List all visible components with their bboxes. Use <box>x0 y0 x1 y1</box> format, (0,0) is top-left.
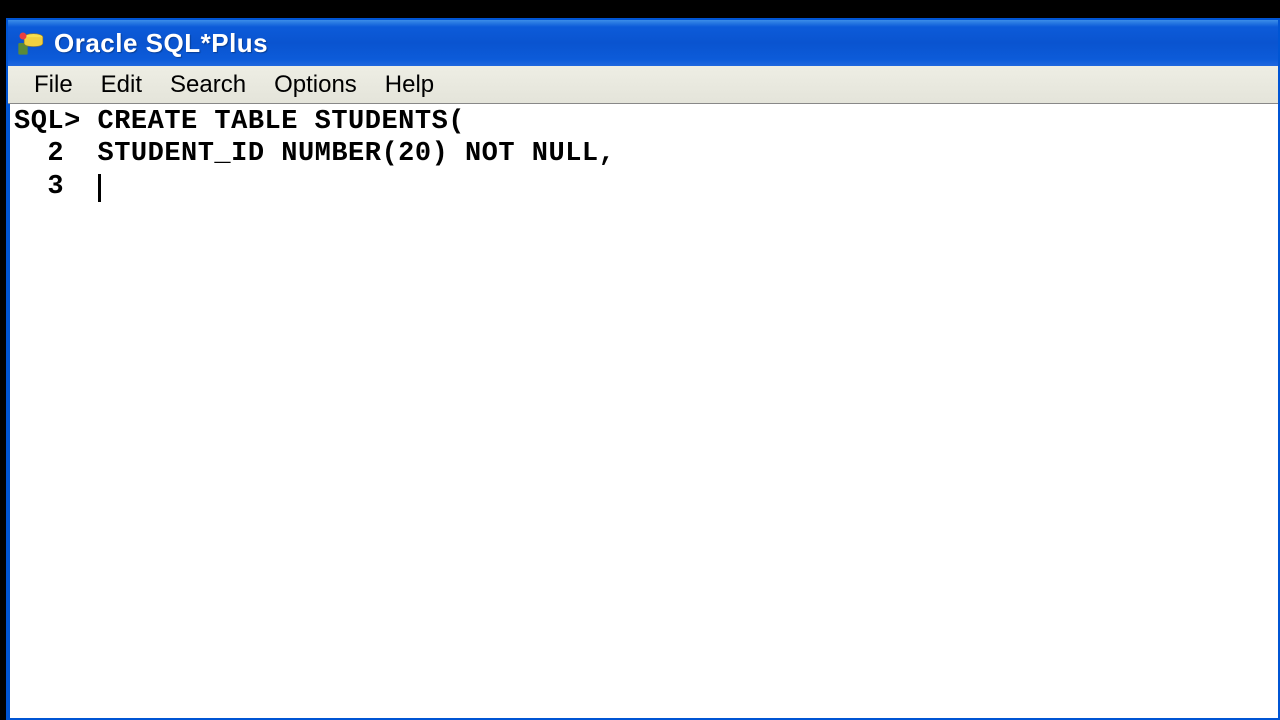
window-title: Oracle SQL*Plus <box>54 28 268 59</box>
app-icon <box>16 29 44 57</box>
menu-search[interactable]: Search <box>156 67 260 103</box>
cursor-icon <box>98 174 101 202</box>
sql-text: STUDENT_ID NUMBER(20) NOT NULL, <box>98 139 616 169</box>
sql-text: CREATE TABLE STUDENTS( <box>98 107 465 137</box>
app-window: Oracle SQL*Plus File Edit Search Options… <box>6 18 1280 720</box>
menubar: File Edit Search Options Help <box>8 66 1278 104</box>
terminal-content[interactable]: SQL> CREATE TABLE STUDENTS( 2 STUDENT_ID… <box>8 104 1278 718</box>
menu-edit[interactable]: Edit <box>87 67 156 103</box>
terminal-line: 3 <box>14 171 1274 203</box>
menu-file[interactable]: File <box>20 67 87 103</box>
terminal-line: SQL> CREATE TABLE STUDENTS( <box>14 106 1274 138</box>
menu-help[interactable]: Help <box>371 67 448 103</box>
line-number: 2 <box>14 139 98 169</box>
line-number: 3 <box>14 172 98 202</box>
menu-options[interactable]: Options <box>260 67 371 103</box>
titlebar[interactable]: Oracle SQL*Plus <box>8 20 1278 66</box>
sql-prompt: SQL> <box>14 107 98 137</box>
terminal-line: 2 STUDENT_ID NUMBER(20) NOT NULL, <box>14 138 1274 170</box>
